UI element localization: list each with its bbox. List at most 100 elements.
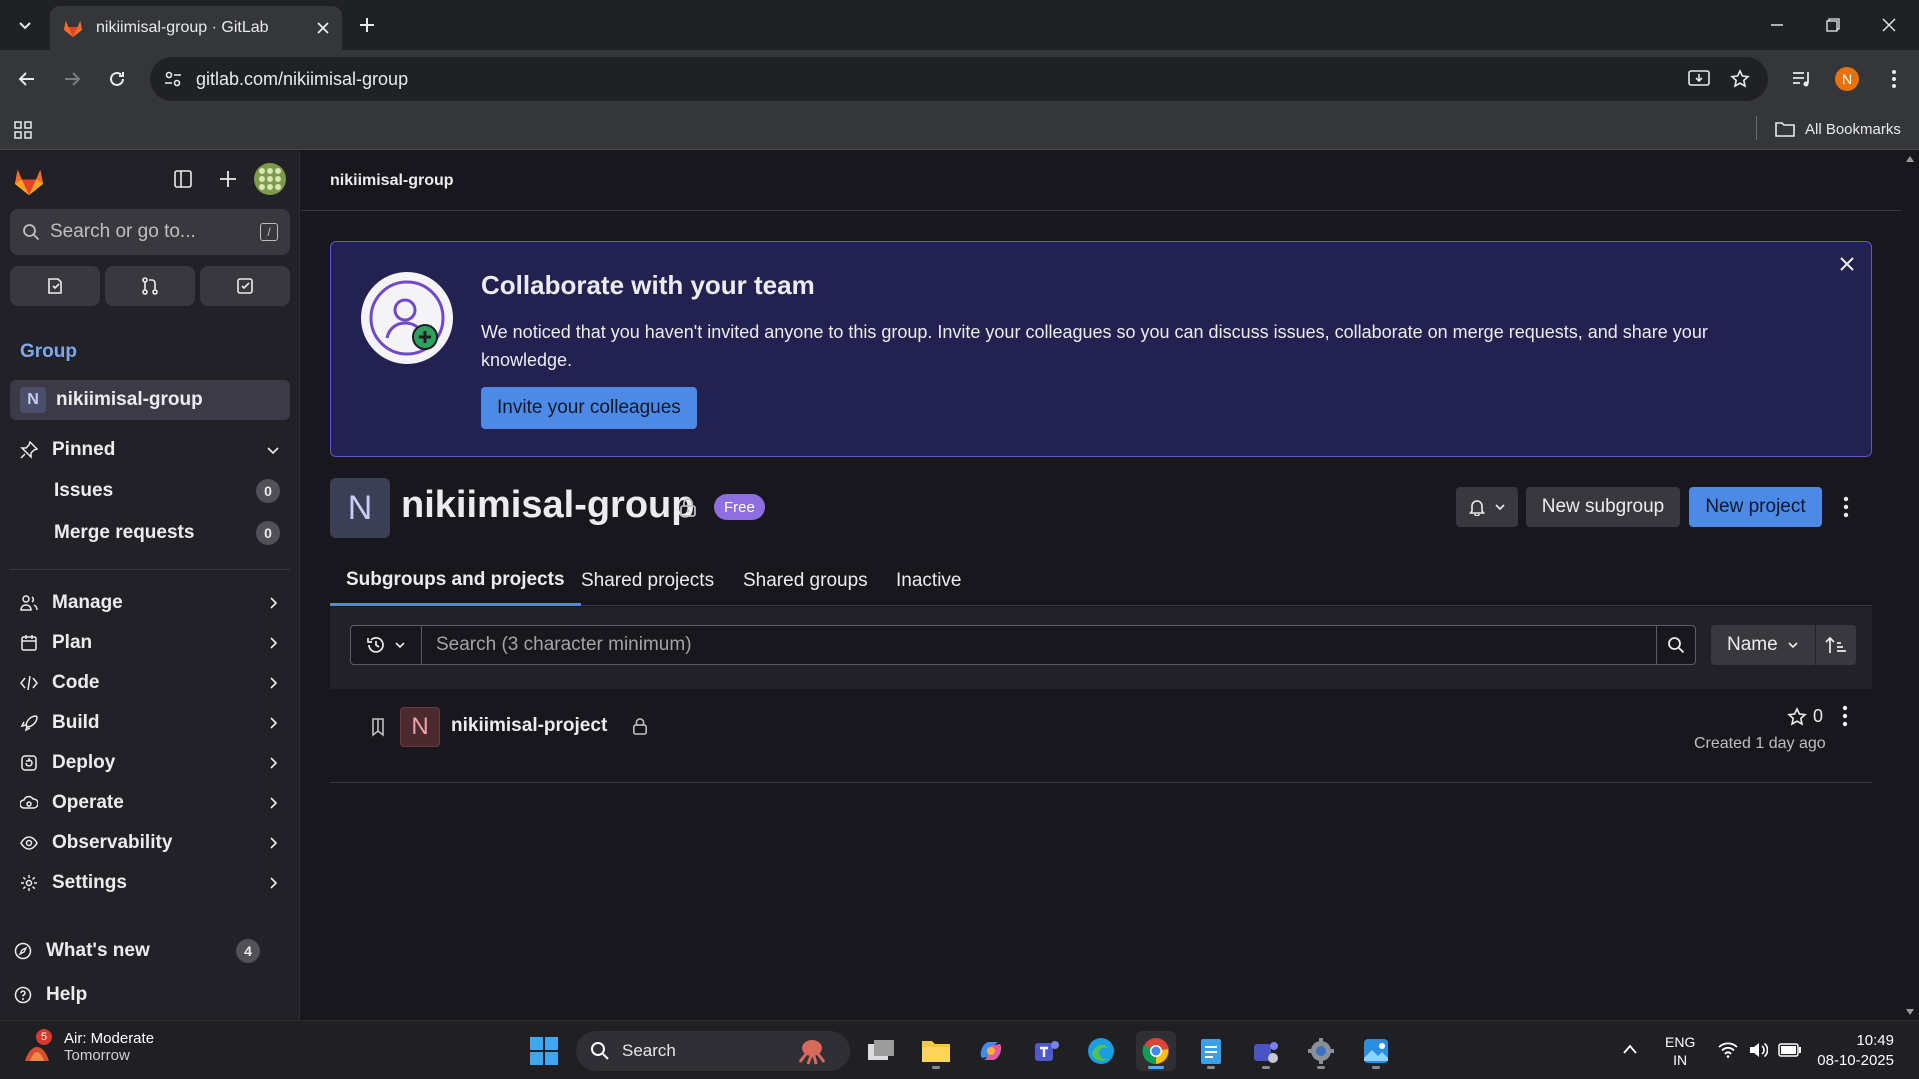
chevron-right-icon [270, 877, 278, 889]
close-window-button[interactable] [1866, 6, 1912, 44]
taskbar-edge[interactable] [1081, 1031, 1121, 1071]
taskbar-copilot[interactable] [971, 1031, 1011, 1071]
language-indicator[interactable]: ENG IN [1665, 1033, 1695, 1069]
sidebar-item-code[interactable]: Code [10, 663, 290, 703]
search-submit-button[interactable] [1656, 625, 1696, 665]
invite-colleagues-button[interactable]: Invite your colleagues [481, 387, 697, 429]
project-list-item[interactable]: N nikiimisal-project 0 Created 1 day ago [330, 689, 1872, 783]
main-content: nikiimisal-group Collaborate with your t… [301, 151, 1901, 1020]
plus-icon [220, 171, 236, 187]
tab-shared-groups[interactable]: Shared groups [743, 556, 868, 606]
collapse-sidebar-button[interactable] [173, 169, 193, 189]
install-app-icon[interactable] [1688, 69, 1710, 89]
clock[interactable]: 10:49 08-10-2025 [1812, 1031, 1894, 1071]
taskbar-settings[interactable] [1301, 1031, 1341, 1071]
group-avatar-small: N [20, 387, 46, 413]
pin-icon [20, 441, 38, 459]
taskbar-teams-work[interactable] [1246, 1031, 1286, 1071]
tab-inactive[interactable]: Inactive [896, 556, 961, 606]
merge-requests-button[interactable] [105, 266, 195, 306]
bookmarks-divider [1756, 116, 1757, 140]
taskbar-chrome[interactable] [1136, 1031, 1176, 1071]
gitlab-home-link[interactable] [12, 165, 46, 197]
project-search-input[interactable]: Search (3 character minimum) [421, 625, 1657, 665]
show-hidden-icons-button[interactable] [1622, 1043, 1638, 1055]
taskbar-notepad[interactable] [1191, 1031, 1231, 1071]
dismiss-banner-button[interactable] [1839, 256, 1855, 272]
page-title: nikiimisal-group [401, 484, 695, 526]
whats-new-button[interactable]: What's new 4 [4, 931, 284, 971]
scroll-down-arrow-icon[interactable] [1905, 1008, 1915, 1016]
bookmark-star-icon[interactable] [1730, 69, 1750, 89]
sidebar-item-group[interactable]: N nikiimisal-group [10, 380, 290, 420]
sidebar-item-operate[interactable]: Operate [10, 783, 290, 823]
taskbar-search-box[interactable]: Search [576, 1031, 850, 1071]
sidebar-item-merge-requests[interactable]: Merge requests 0 [10, 513, 290, 553]
user-avatar[interactable] [254, 163, 286, 195]
recent-searches-dropdown[interactable] [350, 625, 422, 665]
tab-search-button[interactable] [8, 8, 42, 42]
task-view-button[interactable] [861, 1031, 901, 1071]
create-new-button[interactable] [218, 169, 238, 189]
sidebar-item-build[interactable]: Build [10, 703, 290, 743]
sort-direction-button[interactable] [1816, 625, 1856, 665]
scroll-up-arrow-icon[interactable] [1905, 155, 1915, 163]
sidebar-item-manage[interactable]: Manage [10, 583, 290, 623]
bell-icon [1468, 500, 1486, 516]
project-name-link[interactable]: nikiimisal-project [451, 715, 607, 737]
tab-shared-projects[interactable]: Shared projects [581, 556, 714, 606]
browser-tab-active[interactable]: nikiimisal-group · GitLab [50, 6, 342, 50]
sidebar-item-label: Code [52, 672, 100, 693]
help-button[interactable]: Help [4, 975, 284, 1015]
apps-grid-icon[interactable] [14, 121, 32, 139]
page-scrollbar[interactable] [1901, 151, 1919, 1020]
taskbar-teams[interactable] [1026, 1031, 1066, 1071]
close-tab-icon[interactable] [316, 21, 330, 35]
address-bar[interactable]: gitlab.com/nikiimisal-group [150, 57, 1768, 101]
assigned-issues-button[interactable] [10, 266, 100, 306]
sidebar-item-issues[interactable]: Issues 0 [10, 471, 290, 511]
project-avatar[interactable]: N [400, 707, 440, 747]
breadcrumb[interactable]: nikiimisal-group [330, 172, 454, 190]
group-actions-menu[interactable] [1843, 496, 1849, 518]
media-controls-button[interactable] [1785, 62, 1819, 96]
taskbar-photos[interactable] [1356, 1031, 1396, 1071]
sidebar-item-observability[interactable]: Observability [10, 823, 290, 863]
forward-button[interactable] [55, 62, 89, 96]
back-button[interactable] [10, 62, 44, 96]
project-actions-menu[interactable] [1842, 705, 1848, 727]
todo-list-button[interactable] [200, 266, 290, 306]
sidebar-item-deploy[interactable]: Deploy [10, 743, 290, 783]
new-subgroup-button[interactable]: New subgroup [1526, 487, 1680, 527]
tab-subgroups-and-projects[interactable]: Subgroups and projects [330, 556, 581, 606]
browser-menu-button[interactable] [1877, 62, 1911, 96]
notification-settings-dropdown[interactable] [1456, 487, 1518, 527]
project-created-time: Created 1 day ago [1694, 735, 1826, 752]
project-star-count[interactable]: 0 [1787, 706, 1823, 727]
all-bookmarks-button[interactable]: All Bookmarks [1775, 116, 1901, 142]
edge-icon [1088, 1038, 1114, 1064]
sidebar-item-pinned[interactable]: Pinned [10, 430, 290, 470]
user-add-illustration-icon [369, 280, 445, 356]
copilot-icon [980, 1042, 1002, 1060]
sidebar-item-plan[interactable]: Plan [10, 623, 290, 663]
running-indicator [1317, 1066, 1325, 1069]
taskbar-file-explorer[interactable] [916, 1031, 956, 1071]
restore-window-button[interactable] [1810, 6, 1856, 44]
new-tab-button[interactable] [352, 10, 382, 40]
reload-button[interactable] [100, 62, 134, 96]
new-project-button[interactable]: New project [1689, 487, 1822, 527]
task-view-icon [868, 1040, 894, 1060]
minimize-window-button[interactable] [1754, 6, 1800, 44]
sort-by-dropdown[interactable]: Name [1711, 625, 1815, 665]
system-status-tray[interactable] [1718, 1041, 1802, 1059]
sidebar-item-settings[interactable]: Settings [10, 863, 290, 903]
plan-badge[interactable]: Free [714, 494, 765, 520]
site-info-icon[interactable] [164, 70, 182, 88]
weather-widget[interactable]: 5 Air: Moderate Tomorrow [22, 1029, 154, 1065]
search-or-go-to-input[interactable]: Search or go to... / [10, 209, 290, 255]
start-button[interactable] [524, 1031, 564, 1071]
profile-button[interactable]: N [1830, 62, 1864, 96]
chevron-right-icon [270, 837, 278, 849]
sidebar-item-label: Manage [52, 592, 123, 613]
